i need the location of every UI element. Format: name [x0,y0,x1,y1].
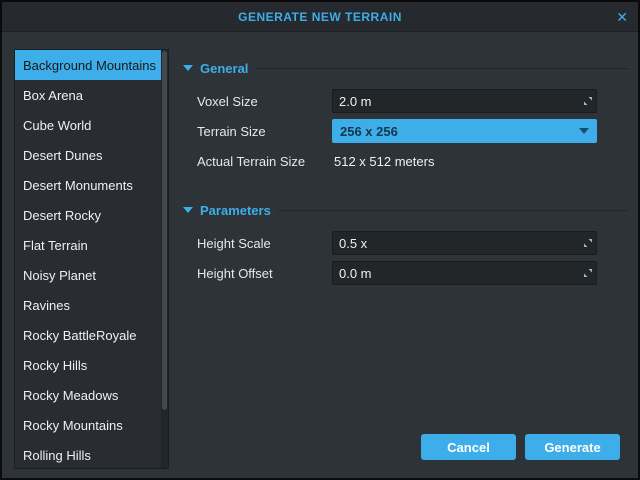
height-offset-label: Height Offset [197,266,332,281]
sidebar-item-rocky-hills[interactable]: Rocky Hills [15,350,161,380]
terrain-size-dropdown[interactable]: 256 x 256 [332,119,597,143]
sidebar-item-flat-terrain[interactable]: Flat Terrain [15,230,161,260]
generate-button[interactable]: Generate [525,434,620,460]
voxel-size-row: Voxel Size [181,88,630,114]
height-scale-row: Height Scale [181,230,630,256]
section-divider [255,68,628,69]
actual-terrain-size-value: 512 x 512 meters [332,154,597,169]
sidebar-item-box-arena[interactable]: Box Arena [15,80,161,110]
sidebar-item-ravines[interactable]: Ravines [15,290,161,320]
dialog-footer: Cancel Generate [421,434,620,460]
settings-panel: General Voxel Size Terrain Size 256 x 25… [181,32,630,478]
cancel-button[interactable]: Cancel [421,434,516,460]
sidebar-item-desert-monuments[interactable]: Desert Monuments [15,170,161,200]
section-divider [278,210,628,211]
sidebar-item-rocky-meadows[interactable]: Rocky Meadows [15,380,161,410]
preset-list-items: Background Mountains Box Arena Cube Worl… [15,50,161,469]
close-icon[interactable]: ✕ [616,2,628,32]
dialog-title: GENERATE NEW TERRAIN [238,10,402,24]
titlebar: GENERATE NEW TERRAIN ✕ [2,2,638,32]
sidebar-item-rocky-battleroyale[interactable]: Rocky BattleRoyale [15,320,161,350]
drag-adjust-icon[interactable] [580,232,596,254]
parameters-section-header[interactable]: Parameters [181,202,630,218]
scrollbar-thumb[interactable] [162,51,167,410]
sidebar-item-desert-dunes[interactable]: Desert Dunes [15,140,161,170]
general-section-header[interactable]: General [181,60,630,76]
sidebar-item-cube-world[interactable]: Cube World [15,110,161,140]
terrain-size-label: Terrain Size [197,124,332,139]
actual-terrain-size-row: Actual Terrain Size 512 x 512 meters [181,148,630,174]
height-scale-field[interactable] [332,231,597,255]
sidebar-item-background-mountains[interactable]: Background Mountains [15,50,161,80]
height-offset-row: Height Offset [181,260,630,286]
height-offset-field[interactable] [332,261,597,285]
collapse-triangle-icon[interactable] [183,65,193,71]
collapse-triangle-icon[interactable] [183,207,193,213]
sidebar-item-rolling-hills[interactable]: Rolling Hills [15,440,161,469]
terrain-size-row: Terrain Size 256 x 256 [181,118,630,144]
drag-adjust-icon[interactable] [580,90,596,112]
sidebar-scrollbar[interactable] [161,50,168,468]
chevron-down-icon [579,128,589,134]
sidebar-item-desert-rocky[interactable]: Desert Rocky [15,200,161,230]
terrain-size-selected-value: 256 x 256 [332,124,579,139]
height-scale-label: Height Scale [197,236,332,251]
sidebar-item-noisy-planet[interactable]: Noisy Planet [15,260,161,290]
actual-terrain-size-label: Actual Terrain Size [197,154,332,169]
height-scale-input[interactable] [333,232,580,254]
parameters-section-title: Parameters [200,203,271,218]
voxel-size-input[interactable] [333,90,580,112]
terrain-preset-list: Background Mountains Box Arena Cube Worl… [14,49,169,469]
general-section-title: General [200,61,248,76]
drag-adjust-icon[interactable] [580,262,596,284]
voxel-size-label: Voxel Size [197,94,332,109]
voxel-size-field[interactable] [332,89,597,113]
sidebar-item-rocky-mountains[interactable]: Rocky Mountains [15,410,161,440]
generate-terrain-dialog: GENERATE NEW TERRAIN ✕ Background Mounta… [0,0,640,480]
height-offset-input[interactable] [333,262,580,284]
